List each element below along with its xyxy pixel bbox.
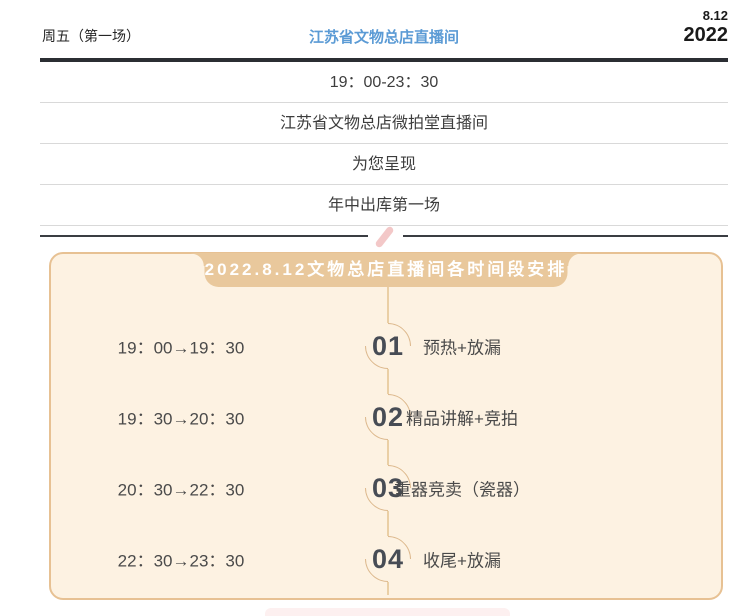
segmented-divider [40,235,728,237]
schedule-row: 22：30→23：30 04 收尾+放漏 [51,523,721,594]
slot-activity: 精品讲解+竞拍 [362,404,562,429]
schedule-row: 20：30→22：30 03 重器竞卖（瓷器） [51,452,721,523]
header-bar: 周五（第一场） 江苏省文物总店直播间 8.12 2022 [40,8,728,56]
studio-title-link[interactable]: 江苏省文物总店直播间 [40,26,728,47]
slot-activity: 重器竞卖（瓷器） [362,475,562,500]
slot-time: 22：30→23：30 [81,546,281,571]
intro-time-range: 19：00-23：30 [40,62,728,103]
slot-time: 19：00→19：30 [81,333,281,358]
date-month-day: 8.12 [684,8,729,24]
date-block: 8.12 2022 [684,8,729,46]
schedule-row: 19：00→19：30 01 预热+放漏 [51,310,721,381]
intro-studio-name: 江苏省文物总店微拍堂直播间 [40,103,728,144]
schedule-rows: 19：00→19：30 01 预热+放漏 19：30→20：30 02 精品讲解… [51,310,721,594]
schedule-banner: 2022.8.12文物总店直播间各时间段安排 [205,253,568,287]
date-year: 2022 [684,24,729,46]
live-schedule-page: 周五（第一场） 江苏省文物总店直播间 8.12 2022 19：00-23：30… [0,0,748,616]
divider-left-segment [40,235,368,237]
slot-activity: 收尾+放漏 [362,546,562,571]
intro-event-name: 年中出库第一场 [40,185,728,226]
slot-time: 19：30→20：30 [81,404,281,429]
slot-time: 20：30→22：30 [81,475,281,500]
intro-presents: 为您呈现 [40,144,728,185]
schedule-row: 19：30→20：30 02 精品讲解+竞拍 [51,381,721,452]
divider-right-segment [403,235,728,237]
intro-section: 19：00-23：30 江苏省文物总店微拍堂直播间 为您呈现 年中出库第一场 [40,62,728,226]
schedule-card: 2022.8.12文物总店直播间各时间段安排 19：00→19：30 01 预热… [49,252,723,600]
slash-accent-icon [374,225,394,248]
slot-activity: 预热+放漏 [362,333,562,358]
next-section-peek [265,608,510,616]
